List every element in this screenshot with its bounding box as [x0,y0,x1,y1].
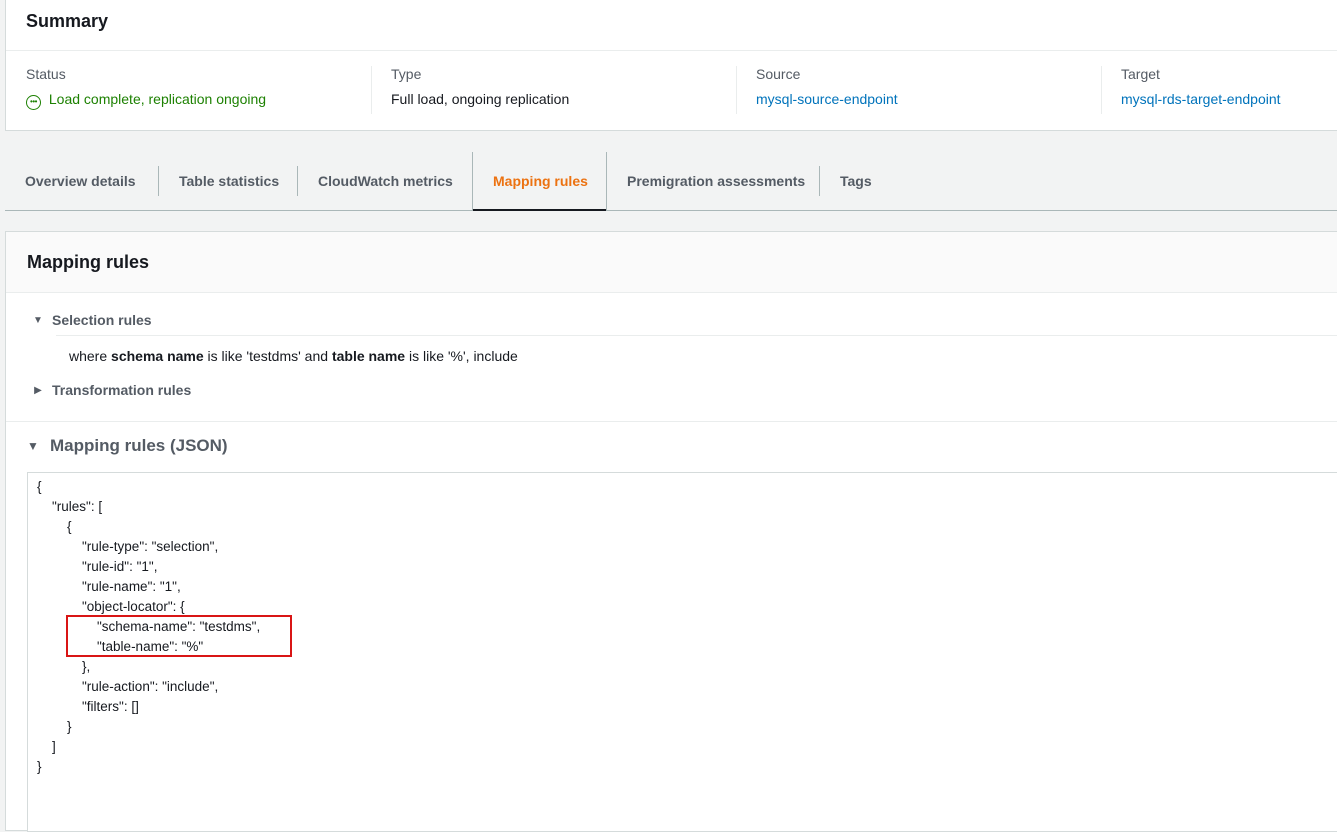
divider [371,66,372,114]
summary-title: Summary [6,0,1337,51]
tab-mapping-rules[interactable]: Mapping rules [472,152,606,211]
status-value: ••• Load complete, replication ongoing [26,91,266,110]
transformation-rules-toggle[interactable]: ▶ Transformation rules [31,382,191,398]
code-line: "rule-id": "1", [82,559,158,574]
type-value: Full load, ongoing replication [391,91,570,107]
target-label: Target [1121,66,1160,82]
source-endpoint-link[interactable]: mysql-source-endpoint [756,91,898,107]
tab-overview-details[interactable]: Overview details [5,152,159,210]
code-line: "rule-action": "include", [82,679,219,694]
selection-rules-label: Selection rules [52,312,152,328]
divider [1101,66,1102,114]
caret-down-icon: ▼ [33,314,43,326]
status-field: Status ••• Load complete, replication on… [26,66,266,110]
code-line: } [67,719,72,734]
target-field: Target mysql-rds-target-endpoint [1121,66,1281,107]
code-line: ] [52,739,56,754]
divider [736,66,737,114]
target-endpoint-link[interactable]: mysql-rds-target-endpoint [1121,91,1281,107]
code-line: "rules": [ [52,499,103,514]
tab-tags[interactable]: Tags [820,152,892,210]
highlight-box [66,615,292,657]
mapping-rules-json-title: Mapping rules (JSON) [50,436,228,455]
summary-card: Summary Status ••• Load complete, replic… [5,0,1337,131]
code-line: "object-locator": { [82,599,185,614]
code-line: { [67,519,72,534]
tab-cloudwatch-metrics[interactable]: CloudWatch metrics [298,152,472,210]
caret-right-icon: ▶ [34,384,42,396]
source-field: Source mysql-source-endpoint [756,66,898,107]
type-label: Type [391,66,422,82]
tab-premigration-assessments[interactable]: Premigration assessments [606,152,820,210]
source-label: Source [756,66,801,82]
code-line: } [37,759,42,774]
status-text: Load complete, replication ongoing [48,91,267,107]
code-line: }, [82,659,91,674]
mapping-rules-json-toggle[interactable]: ▼ Mapping rules (JSON) [26,436,228,456]
mapping-rules-panel: Mapping rules ▼ Selection rules where sc… [5,231,1337,832]
status-label: Status [26,66,66,82]
divider [56,335,1337,336]
in-progress-icon: ••• [26,94,41,110]
transformation-rules-label: Transformation rules [52,382,192,398]
code-line: "filters": [] [82,699,139,714]
selection-rule-text: where schema name is like 'testdms' and … [69,348,518,364]
selection-rules-toggle[interactable]: ▼ Selection rules [31,312,152,328]
mapping-rules-title: Mapping rules [6,232,1337,293]
caret-down-icon: ▼ [27,439,39,453]
json-code-block: { "rules": [ { "rule-type": "selection",… [27,472,1337,832]
tab-table-statistics[interactable]: Table statistics [159,152,298,210]
code-line: { [37,479,42,494]
divider [6,421,1337,422]
code-line: "rule-type": "selection", [82,539,219,554]
type-field: Type Full load, ongoing replication [391,66,569,107]
tab-bar: Overview details Table statistics CloudW… [5,152,1337,211]
code-line: "rule-name": "1", [82,579,181,594]
